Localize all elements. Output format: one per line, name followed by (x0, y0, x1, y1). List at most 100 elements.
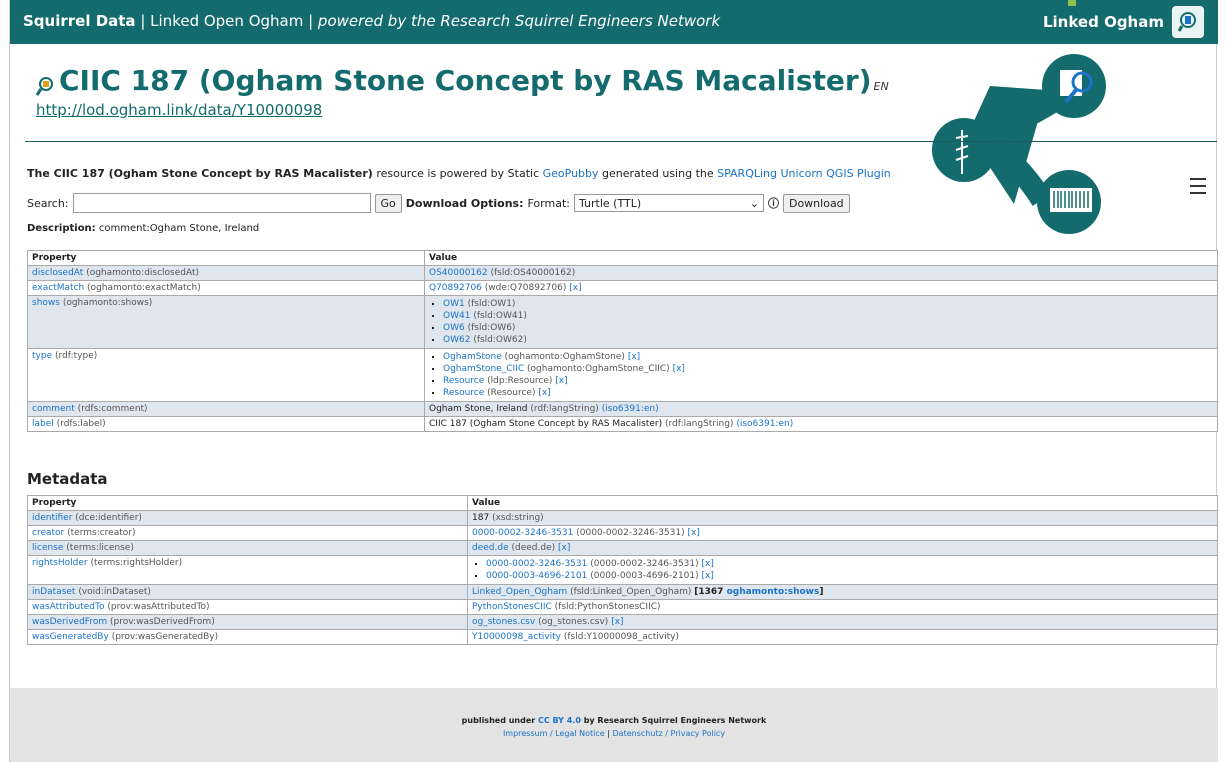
brand-link[interactable]: Squirrel Data (23, 12, 136, 30)
property-cell: exactMatch (oghamonto:exactMatch) (27, 280, 425, 296)
page-title: CIIC 187 (Ogham Stone Concept by RAS Mac… (35, 64, 889, 97)
top-bar-right[interactable]: Linked Ogham (1043, 6, 1204, 38)
value-link[interactable]: OS40000162 (429, 268, 488, 278)
accent-mark (1068, 0, 1076, 6)
top-bar: Squirrel Data | Linked Open Ogham | powe… (10, 0, 1218, 44)
list-item: 0000-0003-4696-2101 (0000-0003-4696-2101… (486, 570, 1213, 582)
linked-ogham-label[interactable]: Linked Ogham (1043, 13, 1164, 31)
external-link[interactable]: [x] (673, 364, 685, 374)
property-cell: identifier (dce:identifier) (27, 510, 468, 526)
value-cell: 187 (xsd:string) (467, 510, 1218, 526)
format-label: Format: (527, 196, 570, 210)
resource-uri-link[interactable]: http://lod.ogham.link/data/Y10000098 (36, 101, 322, 119)
external-link[interactable]: [x] (538, 388, 550, 398)
header-property: Property (27, 495, 468, 511)
value-type: (oghamonto:OghamStone_CIIC) (527, 364, 670, 374)
external-link[interactable]: [x] (555, 376, 567, 386)
property-cell: license (terms:license) (27, 540, 468, 556)
dataset-count-link[interactable]: oghamonto:shows (727, 587, 820, 597)
value-link[interactable]: 0000-0002-3246-3531 (472, 528, 573, 538)
value-link[interactable]: 0000-0003-4696-2101 (486, 571, 587, 581)
metadata-heading: Metadata (27, 470, 108, 488)
property-link[interactable]: wasGeneratedBy (32, 632, 109, 642)
property-cell: rightsHolder (terms:rightsHolder) (27, 555, 468, 585)
download-button[interactable]: Download (782, 193, 850, 213)
squirrel-logo-icon[interactable] (1172, 6, 1204, 38)
sparqling-unicorn-link[interactable]: SPARQLing Unicorn QGIS Plugin (717, 167, 891, 180)
value-type: (0000-0003-4696-2101) (590, 571, 699, 581)
geopubby-link[interactable]: GeoPubby (543, 167, 599, 180)
property-link[interactable]: shows (32, 298, 60, 308)
value-link[interactable]: Resource (443, 376, 484, 386)
value-link[interactable]: 0000-0002-3246-3531 (486, 559, 587, 569)
property-qname: (rdf:type) (54, 351, 98, 361)
properties-table: Property Value disclosedAt (oghamonto:dis… (27, 250, 1218, 432)
site-name[interactable]: Linked Open Ogham (150, 12, 303, 30)
search-input[interactable] (72, 193, 371, 213)
property-link[interactable]: type (32, 351, 52, 361)
value-type: (0000-0002-3246-3531) (576, 528, 685, 538)
value-link[interactable]: OghamStone_CIIC (443, 364, 524, 374)
property-link[interactable]: license (32, 543, 63, 553)
info-icon[interactable]: ⓘ (768, 195, 779, 211)
powered-line: The CIIC 187 (Ogham Stone Concept by RAS… (27, 167, 891, 180)
dataset-count: [1367 oghamonto:shows] (694, 587, 823, 597)
property-link[interactable]: inDataset (32, 587, 75, 597)
value-link[interactable]: Linked_Open_Ogham (472, 587, 567, 597)
value-cell: og_stones.csv (og_stones.csv) [x] (467, 614, 1218, 630)
value-link[interactable]: OW62 (443, 335, 470, 345)
powered-text-1: resource is powered by Static (372, 167, 543, 180)
value-link[interactable]: OW1 (443, 299, 465, 309)
menu-icon[interactable] (1190, 178, 1206, 199)
external-link[interactable]: [x] (558, 543, 570, 553)
table-row: type (rdf:type) OghamStone (oghamonto:Ogh… (27, 348, 1218, 402)
external-link[interactable]: [x] (569, 283, 581, 293)
impressum-link[interactable]: Impressum / Legal Notice (503, 729, 605, 738)
license-link[interactable]: CC BY 4.0 (538, 716, 581, 725)
external-link[interactable]: [x] (702, 571, 714, 581)
property-cell: wasAttributedTo (prov:wasAttributedTo) (27, 599, 468, 615)
value-type: (Resource) (487, 388, 536, 398)
property-link[interactable]: identifier (32, 513, 72, 523)
external-link[interactable]: [x] (702, 559, 714, 569)
go-button[interactable]: Go (374, 193, 402, 213)
list-item: OghamStone_CIIC (oghamonto:OghamStone_CI… (443, 363, 1213, 375)
value-link[interactable]: OghamStone (443, 352, 502, 362)
property-link[interactable]: comment (32, 404, 75, 414)
property-link[interactable]: rightsHolder (32, 558, 88, 568)
property-link[interactable]: creator (32, 528, 64, 538)
property-qname: (dce:identifier) (75, 513, 142, 523)
privacy-link[interactable]: Datenschutz / Privacy Policy (613, 729, 726, 738)
external-link[interactable]: [x] (611, 617, 623, 627)
table-row: wasGeneratedBy (prov:wasGeneratedBy) Y100… (27, 629, 1218, 645)
footer: published under CC BY 4.0 by Research Sq… (10, 688, 1218, 762)
list-item: 0000-0002-3246-3531 (0000-0002-3246-3531… (486, 558, 1213, 570)
property-cell: type (rdf:type) (27, 348, 425, 402)
value-link[interactable]: deed.de (472, 543, 509, 553)
property-link[interactable]: label (32, 419, 54, 429)
external-link[interactable]: [x] (628, 352, 640, 362)
property-link[interactable]: wasAttributedTo (32, 602, 105, 612)
value-link[interactable]: Q70892706 (429, 283, 482, 293)
property-link[interactable]: wasDerivedFrom (32, 617, 107, 627)
property-link[interactable]: exactMatch (32, 283, 84, 293)
table-row: identifier (dce:identifier) 187 (xsd:stri… (27, 510, 1218, 526)
header-value: Value (467, 495, 1218, 511)
value-link[interactable]: OW41 (443, 311, 470, 321)
language-link[interactable]: (iso6391:en) (736, 419, 793, 429)
metadata-table: Property Value identifier (dce:identifier… (27, 495, 1218, 645)
value-link[interactable]: Y10000098_activity (472, 632, 561, 642)
external-link[interactable]: [x] (688, 528, 700, 538)
value-link[interactable]: OW6 (443, 323, 465, 333)
table-row: wasDerivedFrom (prov:wasDerivedFrom) og_s… (27, 614, 1218, 630)
language-link[interactable]: (iso6391:en) (602, 404, 659, 414)
table-row: exactMatch (oghamonto:exactMatch) Q708927… (27, 280, 1218, 296)
search-label: Search: (27, 196, 69, 210)
format-select[interactable]: Turtle (TTL) ⌄ (573, 194, 764, 212)
value-link[interactable]: PythonStonesCIIC (472, 602, 552, 612)
value-link[interactable]: Resource (443, 388, 484, 398)
property-link[interactable]: disclosedAt (32, 268, 83, 278)
property-qname: (terms:creator) (67, 528, 136, 538)
value-cell: Y10000098_activity (fsld:Y10000098_activ… (467, 629, 1218, 645)
value-link[interactable]: og_stones.csv (472, 617, 535, 627)
